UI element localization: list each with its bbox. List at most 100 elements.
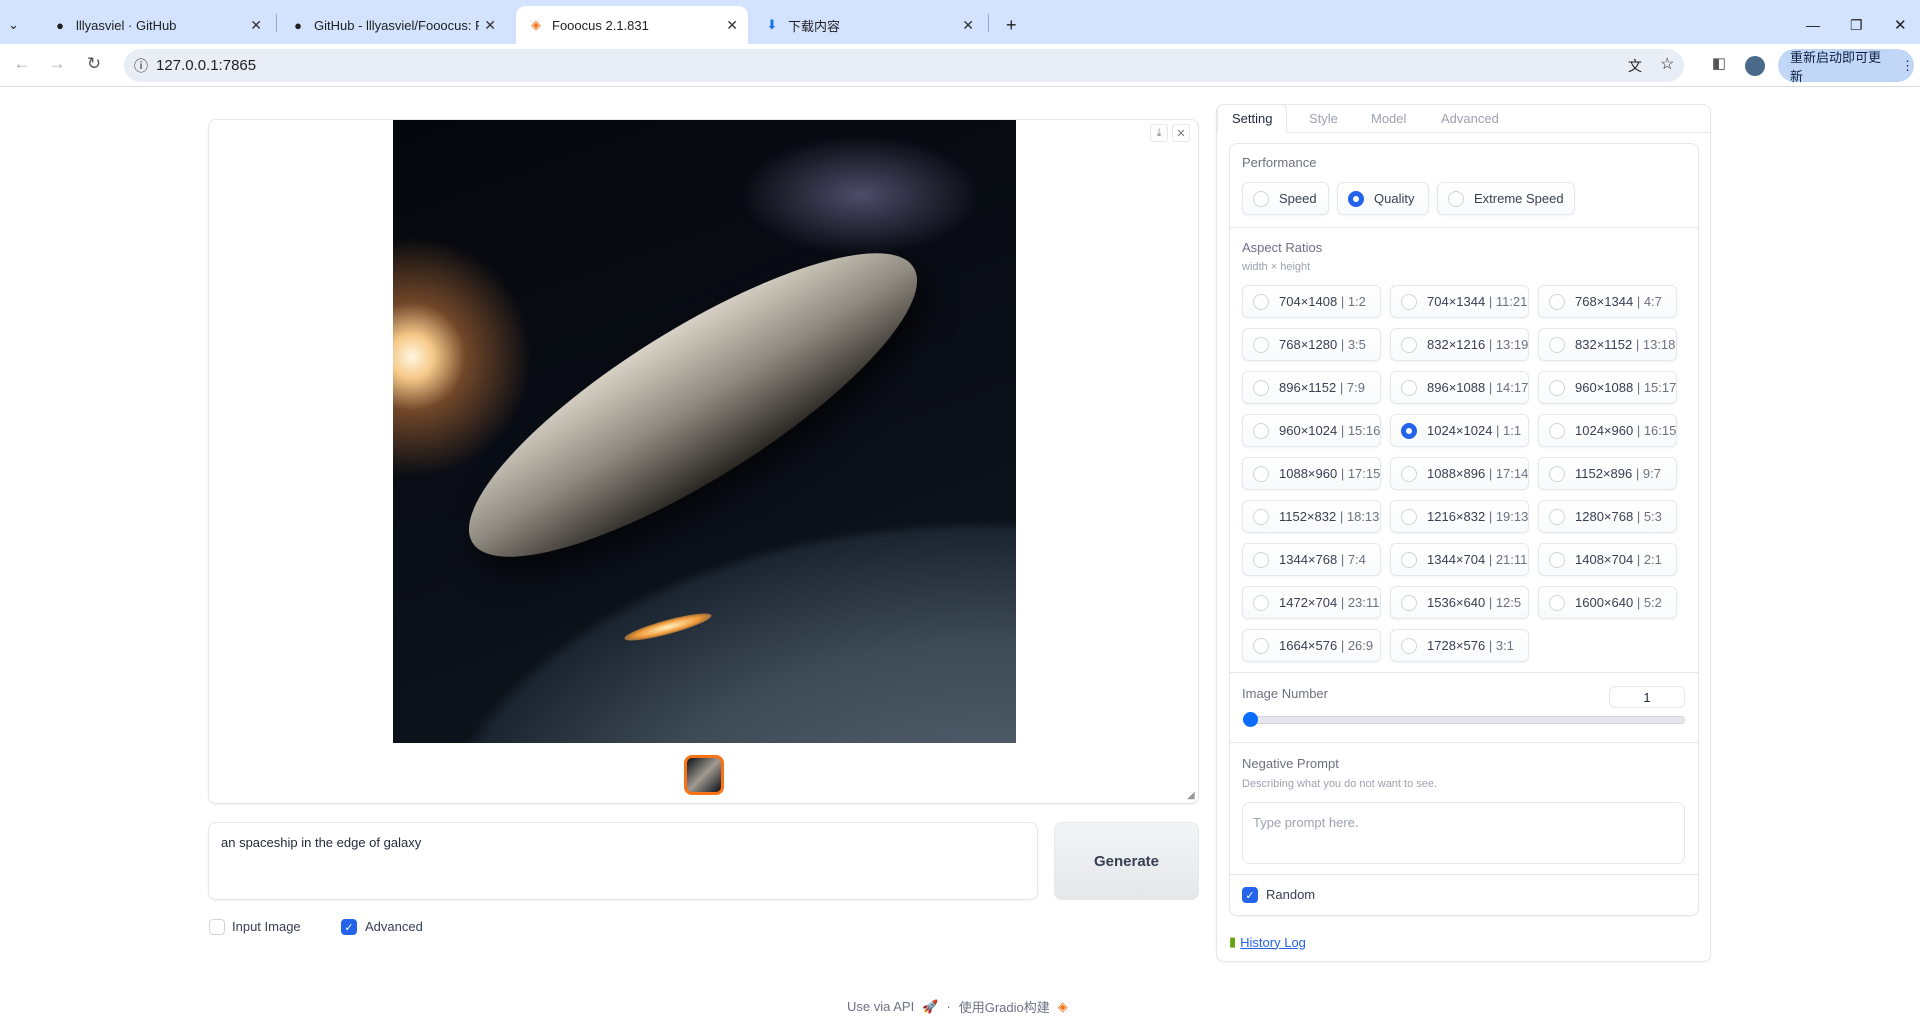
back-icon[interactable]: ←: [11, 54, 33, 74]
browser-tab-active[interactable]: ◈ Fooocus 2.1.831 ✕: [516, 6, 748, 44]
image-number-slider[interactable]: [1243, 716, 1685, 724]
performance-speed-radio[interactable]: Speed: [1242, 182, 1329, 215]
advanced-checkbox[interactable]: ✓: [341, 919, 357, 935]
aspect-ratio-option[interactable]: 1024×960 | 16:15: [1538, 414, 1677, 447]
radio-indicator: [1253, 293, 1269, 310]
more-menu-icon[interactable]: ⋮: [1901, 58, 1914, 74]
generated-image[interactable]: [393, 120, 1016, 743]
use-via-api-link[interactable]: Use via API: [847, 999, 914, 1014]
separator: |: [1485, 595, 1496, 610]
resolution: 1664×576: [1279, 638, 1338, 653]
aspect-ratio-option[interactable]: 1216×832 | 19:13: [1390, 500, 1529, 533]
radio-indicator: [1549, 508, 1565, 525]
advanced-label: Advanced: [365, 919, 423, 934]
tab-model[interactable]: Model: [1371, 104, 1406, 133]
aspect-ratio-option[interactable]: 1664×576 | 26:9: [1242, 629, 1381, 662]
random-seed-checkbox[interactable]: ✓: [1242, 887, 1258, 903]
bookmark-star-icon[interactable]: ☆: [1660, 54, 1674, 74]
aspect-ratio-option[interactable]: 1728×576 | 3:1: [1390, 629, 1529, 662]
radio-indicator: [1401, 551, 1417, 568]
close-tab-icon[interactable]: ✕: [484, 17, 496, 34]
aspect-ratio-option[interactable]: 1472×704 | 23:11: [1242, 586, 1381, 619]
slider-handle[interactable]: [1243, 712, 1258, 727]
aspect-ratio-option[interactable]: 1024×1024 | 1:1: [1390, 414, 1529, 447]
resolution: 768×1344: [1575, 294, 1634, 309]
tab-setting[interactable]: Setting: [1217, 104, 1288, 133]
aspect-ratio-option[interactable]: 896×1088 | 14:17: [1390, 371, 1529, 404]
aspect-ratio-label: 704×1344 | 11:21: [1427, 294, 1527, 309]
aspect-ratio-option[interactable]: 1600×640 | 5:2: [1538, 586, 1677, 619]
resolution: 1216×832: [1427, 509, 1486, 524]
site-info-icon[interactable]: ⓘ: [134, 56, 148, 76]
ratio: 1:1: [1503, 423, 1522, 438]
aspect-ratio-label: 960×1024 | 15:16: [1279, 423, 1380, 438]
translate-icon[interactable]: 文: [1628, 56, 1642, 76]
aspect-ratio-option[interactable]: 1152×832 | 18:13: [1242, 500, 1381, 533]
new-tab-button[interactable]: +: [994, 6, 1029, 44]
generate-button[interactable]: Generate: [1054, 822, 1199, 900]
ratio: 9:7: [1642, 466, 1661, 481]
tab-style[interactable]: Style: [1309, 104, 1338, 133]
performance-extreme-speed-radio[interactable]: Extreme Speed: [1437, 182, 1575, 215]
tab-advanced[interactable]: Advanced: [1441, 104, 1499, 133]
aspect-ratio-option[interactable]: 1280×768 | 5:3: [1538, 500, 1677, 533]
aspect-ratio-label: 768×1280 | 3:5: [1279, 337, 1366, 352]
resize-handle-icon[interactable]: ◢: [1187, 790, 1195, 801]
aspect-ratio-option[interactable]: 1344×768 | 7:4: [1242, 543, 1381, 576]
close-tab-icon[interactable]: ✕: [250, 17, 262, 34]
resolution: 1536×640: [1427, 595, 1486, 610]
browser-tab[interactable]: ● lllyasviel · GitHub ✕: [40, 6, 272, 44]
aspect-ratio-option[interactable]: 768×1344 | 4:7: [1538, 285, 1677, 318]
negative-prompt-textarea[interactable]: Type prompt here.: [1242, 802, 1685, 864]
ratio: 17:14: [1495, 466, 1529, 481]
close-tab-icon[interactable]: ✕: [962, 17, 974, 34]
aspect-ratio-option[interactable]: 832×1216 | 13:19: [1390, 328, 1529, 361]
aspect-ratio-label: 1024×1024 | 1:1: [1427, 423, 1521, 438]
history-log-link[interactable]: ▮ History Log: [1229, 934, 1306, 950]
download-icon[interactable]: ⤓: [1150, 124, 1168, 142]
aspect-ratio-label: 1408×704 | 2:1: [1575, 552, 1662, 567]
forward-icon[interactable]: →: [46, 54, 68, 74]
aspect-ratio-label: 960×1088 | 15:17: [1575, 380, 1676, 395]
profile-avatar[interactable]: [1745, 56, 1765, 76]
browser-tab[interactable]: ⬇ 下载内容 ✕: [752, 6, 984, 44]
aspect-ratio-option[interactable]: 704×1344 | 11:21: [1390, 285, 1529, 318]
aspect-ratio-option[interactable]: 1088×960 | 17:15: [1242, 457, 1381, 490]
resolution: 1344×704: [1427, 552, 1486, 567]
performance-label: Performance: [1242, 155, 1317, 170]
aspect-ratio-option[interactable]: 704×1408 | 1:2: [1242, 285, 1381, 318]
aspect-ratio-option[interactable]: 1536×640 | 12:5: [1390, 586, 1529, 619]
aspect-ratio-option[interactable]: 896×1152 | 7:9: [1242, 371, 1381, 404]
image-number-input[interactable]: 1: [1609, 686, 1685, 708]
separator: |: [1633, 423, 1644, 438]
built-with-gradio-link[interactable]: 使用Gradio构建: [959, 997, 1050, 1016]
performance-quality-radio[interactable]: Quality: [1337, 182, 1429, 215]
radio-indicator: [1253, 379, 1269, 396]
update-button[interactable]: 重新启动即可更新 ⋮: [1778, 49, 1914, 84]
url-input[interactable]: ⓘ 127.0.0.1:7865 文 ☆: [124, 49, 1684, 82]
radio-indicator: [1401, 508, 1417, 525]
prompt-textarea[interactable]: an spaceship in the edge of galaxy: [208, 822, 1038, 900]
aspect-ratio-option[interactable]: 832×1152 | 13:18: [1538, 328, 1677, 361]
aspect-ratio-option[interactable]: 1408×704 | 2:1: [1538, 543, 1677, 576]
aspect-ratio-option[interactable]: 1088×896 | 17:14: [1390, 457, 1529, 490]
minimize-button[interactable]: —: [1794, 6, 1832, 44]
aspect-ratio-option[interactable]: 960×1024 | 15:16: [1242, 414, 1381, 447]
aspect-ratio-option[interactable]: 960×1088 | 15:17: [1538, 371, 1677, 404]
close-window-button[interactable]: ✕: [1882, 6, 1919, 44]
reload-icon[interactable]: ↻: [83, 54, 105, 74]
close-icon[interactable]: ✕: [1172, 124, 1190, 142]
restore-button[interactable]: ❐: [1838, 6, 1875, 44]
radio-indicator: [1549, 379, 1565, 396]
tab-search-button[interactable]: ⌄: [8, 6, 32, 44]
spaceship-graphic: [432, 203, 954, 607]
input-image-checkbox[interactable]: [209, 919, 225, 935]
aspect-ratio-option[interactable]: 1152×896 | 9:7: [1538, 457, 1677, 490]
browser-tab[interactable]: ● GitHub - lllyasviel/Fooocus: F ✕: [278, 6, 506, 44]
gallery-thumbnail[interactable]: [684, 755, 724, 795]
close-tab-icon[interactable]: ✕: [726, 17, 738, 34]
aspect-ratio-option[interactable]: 1344×704 | 21:11: [1390, 543, 1529, 576]
side-panel-icon[interactable]: ◧: [1708, 54, 1730, 72]
aspect-ratio-label: 896×1088 | 14:17: [1427, 380, 1528, 395]
aspect-ratio-option[interactable]: 768×1280 | 3:5: [1242, 328, 1381, 361]
